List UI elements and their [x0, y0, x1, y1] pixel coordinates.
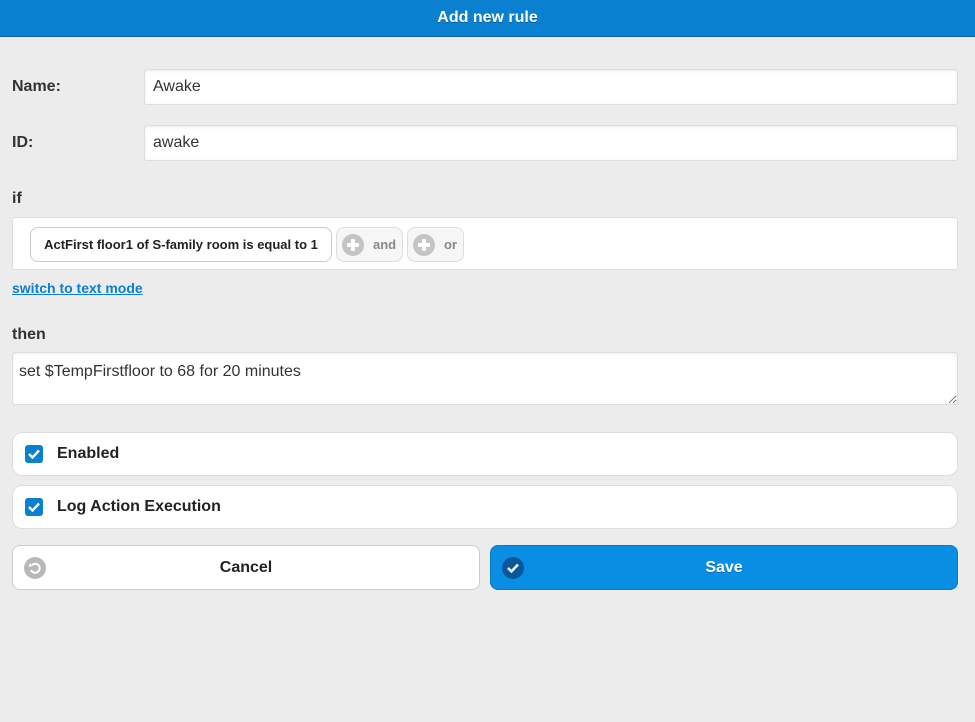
enabled-toggle[interactable]: Enabled: [12, 432, 958, 476]
log-action-execution-toggle[interactable]: Log Action Execution: [12, 485, 958, 529]
enabled-checkbox[interactable]: [25, 445, 43, 463]
condition-pill[interactable]: ActFirst floor1 of S-family room is equa…: [30, 227, 332, 262]
id-input[interactable]: [144, 125, 958, 161]
add-or-condition-button[interactable]: or: [407, 227, 464, 262]
name-label: Name:: [12, 78, 61, 95]
and-label: and: [373, 237, 397, 252]
cancel-label: Cancel: [219, 558, 273, 576]
name-input[interactable]: [144, 69, 958, 105]
id-label: ID:: [12, 134, 34, 151]
checkmark-circle-icon: [502, 557, 524, 579]
checkmark-icon: [28, 449, 40, 459]
add-and-condition-button[interactable]: and: [336, 227, 403, 262]
or-label: or: [444, 237, 457, 252]
log-action-execution-label: Log Action Execution: [57, 498, 221, 515]
plus-circle-icon: [342, 233, 364, 256]
plus-circle-icon: [413, 233, 435, 256]
if-label: if: [12, 190, 22, 207]
save-label: Save: [705, 558, 743, 576]
log-action-execution-checkbox[interactable]: [25, 498, 43, 516]
cancel-button[interactable]: Cancel: [12, 545, 480, 590]
dialog-title: Add new rule: [437, 9, 538, 26]
checkmark-icon: [28, 502, 40, 512]
dialog-header: Add new rule: [0, 0, 975, 37]
undo-icon: [24, 557, 46, 579]
enabled-label: Enabled: [57, 445, 120, 462]
save-button[interactable]: Save: [490, 545, 958, 590]
condition-builder: ActFirst floor1 of S-family room is equa…: [12, 217, 958, 270]
action-textarea[interactable]: set $TempFirstfloor to 68 for 20 minutes: [12, 352, 958, 405]
then-label: then: [12, 326, 46, 343]
switch-to-text-mode-link[interactable]: switch to text mode: [12, 280, 143, 296]
